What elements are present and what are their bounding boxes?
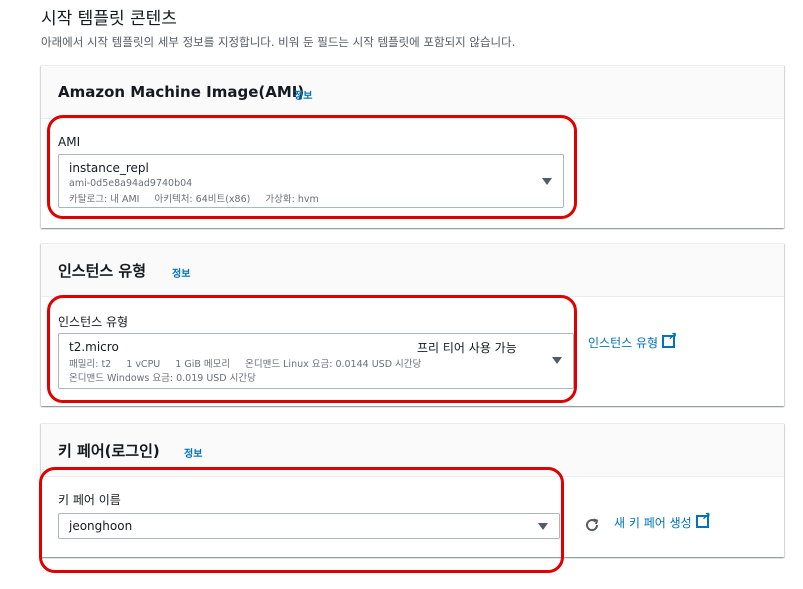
instance-type-field-label: 인스턴스 유형	[58, 315, 129, 329]
ami-panel-title: Amazon Machine Image(AMI)	[58, 83, 305, 101]
keypair-info-link[interactable]: 정보	[184, 445, 202, 460]
instance-vcpu: 1 vCPU	[126, 359, 161, 370]
ami-architecture: 아키텍처: 64비트(x86)	[154, 194, 251, 205]
instance-type-panel-header: 인스턴스 유형 정보	[41, 244, 784, 297]
instance-type-compare-label: 인스턴스 유형	[588, 336, 659, 350]
keypair-panel-header: 키 페어(로그인) 정보	[41, 424, 784, 477]
ami-selected-id: ami-0d5e8a94ad9740b04	[69, 178, 193, 189]
page-description: 아래에서 시작 템플릿의 세부 정보를 지정합니다. 비워 둔 필드는 시작 템…	[41, 35, 516, 49]
instance-family: 패밀리: t2	[69, 359, 112, 370]
keypair-panel-title: 키 페어(로그인)	[58, 442, 160, 460]
instance-type-panel: 인스턴스 유형 정보 인스턴스 유형 t2.micro 프리 티어 사용 가능 …	[41, 243, 784, 406]
external-link-icon	[662, 330, 677, 348]
chevron-down-icon	[552, 357, 562, 364]
ami-selected-details: 카탈로그: 내 AMI 아키텍처: 64비트(x86) 가상화: hvm	[69, 191, 331, 205]
ami-virtualization: 가상화: hvm	[265, 194, 319, 205]
ami-selected-name: instance_repl	[69, 161, 149, 175]
instance-windows-price: 온디맨드 Windows 요금: 0.019 USD 시간당	[69, 373, 256, 384]
instance-linux-price: 온디맨드 Linux 요금: 0.0144 USD 시간당	[245, 359, 422, 370]
keypair-field-label: 키 페어 이름	[58, 493, 121, 507]
ami-panel: Amazon Machine Image(AMI) 정보 AMI instanc…	[41, 65, 784, 228]
ami-catalog: 카탈로그: 내 AMI	[69, 194, 140, 205]
external-link-icon	[695, 510, 711, 528]
instance-type-compare-link[interactable]: 인스턴스 유형	[588, 330, 677, 351]
free-tier-badge: 프리 티어 사용 가능	[417, 341, 517, 355]
instance-type-select[interactable]: t2.micro 프리 티어 사용 가능 패밀리: t2 1 vCPU 1 Gi…	[58, 333, 574, 389]
ami-panel-header: Amazon Machine Image(AMI) 정보	[41, 66, 784, 119]
keypair-select[interactable]: jeonghoon	[58, 513, 560, 539]
instance-type-panel-title: 인스턴스 유형	[58, 262, 147, 280]
keypair-selected: jeonghoon	[69, 519, 133, 533]
chevron-down-icon	[538, 523, 548, 530]
ami-field-label: AMI	[58, 135, 81, 149]
refresh-icon[interactable]	[584, 517, 600, 533]
create-keypair-label: 새 키 페어 생성	[614, 516, 692, 530]
instance-type-selected-name: t2.micro	[69, 340, 119, 354]
chevron-down-icon	[542, 178, 552, 185]
keypair-panel: 키 페어(로그인) 정보 키 페어 이름 jeonghoon 새 키 페어 생성	[41, 423, 784, 557]
ami-select[interactable]: instance_repl ami-0d5e8a94ad9740b04 카탈로그…	[58, 154, 564, 208]
page-title: 시작 템플릿 콘텐츠	[41, 9, 177, 29]
instance-type-info-link[interactable]: 정보	[172, 265, 190, 280]
ami-info-link[interactable]: 정보	[294, 87, 312, 102]
instance-memory: 1 GiB 메모리	[175, 359, 231, 370]
instance-type-specs: 패밀리: t2 1 vCPU 1 GiB 메모리 온디맨드 Linux 요금: …	[69, 356, 433, 370]
create-keypair-link[interactable]: 새 키 페어 생성	[614, 510, 711, 531]
